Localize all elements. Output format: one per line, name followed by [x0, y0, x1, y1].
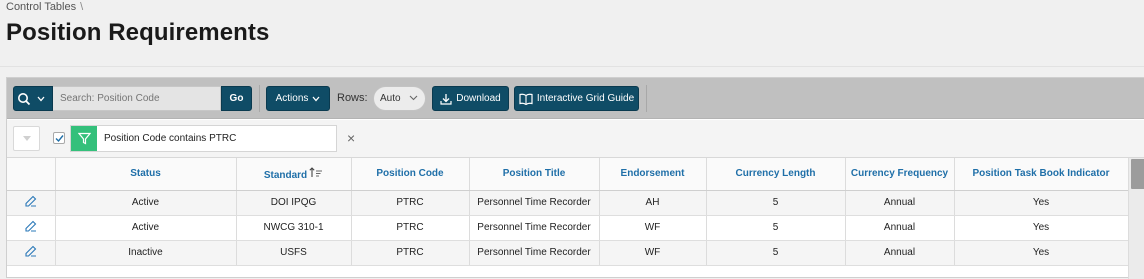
download-button[interactable]: Download [432, 86, 509, 111]
filter-chip[interactable]: Position Code contains PTRC [70, 125, 337, 152]
download-label: Download [456, 93, 501, 104]
search-column-button[interactable] [13, 86, 53, 111]
remove-filter-button[interactable]: × [347, 130, 355, 146]
cell-standard[interactable]: USFS [236, 240, 352, 266]
edit-row-button[interactable] [7, 190, 56, 216]
cell-status[interactable]: Active [55, 215, 237, 241]
chevron-down-icon [409, 95, 418, 101]
book-icon [519, 93, 533, 105]
cell-position-title[interactable]: Personnel Time Recorder [469, 240, 600, 266]
data-grid: Status Standard Position Code Position T… [7, 158, 1129, 266]
column-header-standard[interactable]: Standard [236, 158, 352, 191]
grid-toolbar: Go Actions Rows: Auto Download Interacti… [7, 78, 1144, 119]
breadcrumb-separator: \ [80, 1, 84, 13]
rows-per-page-select[interactable]: Auto [373, 86, 426, 111]
rows-label: Rows: [337, 92, 368, 104]
edit-row-button[interactable] [7, 215, 56, 241]
cell-currency-frequency[interactable]: Annual [845, 190, 955, 216]
edit-icon [25, 195, 37, 207]
column-header-position-code[interactable]: Position Code [351, 158, 470, 191]
cell-currency-length[interactable]: 5 [706, 190, 846, 216]
cell-endorsement[interactable]: WF [599, 240, 707, 266]
page-title: Position Requirements [6, 19, 270, 46]
edit-icon [25, 220, 37, 232]
interactive-grid-guide-button[interactable]: Interactive Grid Guide [514, 86, 639, 111]
filter-icon [71, 126, 97, 151]
column-header-position-title[interactable]: Position Title [469, 158, 600, 191]
cell-standard[interactable]: DOI IPQG [236, 190, 352, 216]
cell-currency-length[interactable]: 5 [706, 240, 846, 266]
actions-menu-button[interactable]: Actions [266, 86, 330, 111]
header-row: Status Standard Position Code Position T… [7, 158, 1129, 191]
column-header-status[interactable]: Status [55, 158, 237, 191]
cell-currency-frequency[interactable]: Annual [845, 215, 955, 241]
cell-task-book-indicator[interactable]: Yes [954, 215, 1129, 241]
column-header-edit [7, 158, 56, 191]
search-input[interactable] [53, 86, 221, 111]
column-header-endorsement[interactable]: Endorsement [599, 158, 707, 191]
breadcrumb-item-control-tables[interactable]: Control Tables [6, 1, 76, 13]
actions-label: Actions [275, 93, 309, 104]
cell-status[interactable]: Active [55, 190, 237, 216]
cell-task-book-indicator[interactable]: Yes [954, 240, 1129, 266]
go-button[interactable]: Go [221, 86, 252, 111]
download-icon [440, 93, 452, 105]
breadcrumb: Control Tables \ [6, 1, 83, 13]
cell-status[interactable]: Inactive [55, 240, 237, 266]
filter-bar: Position Code contains PTRC × [7, 120, 1144, 158]
cell-currency-length[interactable]: 5 [706, 215, 846, 241]
table-row: Active NWCG 310-1 PTRC Personnel Time Re… [7, 215, 1129, 241]
toolbar-divider [259, 85, 260, 112]
interactive-grid-region: Go Actions Rows: Auto Download Interacti… [6, 77, 1144, 279]
filter-text: Position Code contains PTRC [104, 133, 237, 144]
sort-ascending-icon [309, 166, 323, 181]
rows-select-value: Auto [380, 93, 401, 104]
cell-position-title[interactable]: Personnel Time Recorder [469, 215, 600, 241]
filter-enabled-checkbox[interactable] [53, 132, 65, 144]
collapse-filters-button[interactable] [13, 126, 40, 151]
table-row: Active DOI IPQG PTRC Personnel Time Reco… [7, 190, 1129, 216]
table-row: Inactive USFS PTRC Personnel Time Record… [7, 240, 1129, 266]
cell-position-title[interactable]: Personnel Time Recorder [469, 190, 600, 216]
cell-currency-frequency[interactable]: Annual [845, 240, 955, 266]
vertical-scrollbar[interactable] [1128, 158, 1144, 279]
toolbar-divider [646, 85, 647, 112]
scrollbar-thumb[interactable] [1131, 159, 1144, 189]
cell-standard[interactable]: NWCG 310-1 [236, 215, 352, 241]
cell-position-code[interactable]: PTRC [351, 190, 470, 216]
edit-row-button[interactable] [7, 240, 56, 266]
cell-endorsement[interactable]: WF [599, 215, 707, 241]
cell-position-code[interactable]: PTRC [351, 215, 470, 241]
caret-down-icon [22, 136, 31, 141]
cell-position-code[interactable]: PTRC [351, 240, 470, 266]
search-icon [18, 92, 31, 105]
title-divider [0, 66, 1144, 67]
cell-task-book-indicator[interactable]: Yes [954, 190, 1129, 216]
checkmark-icon [55, 135, 64, 143]
guide-label: Interactive Grid Guide [536, 93, 635, 104]
chevron-down-icon [37, 96, 45, 101]
cell-endorsement[interactable]: AH [599, 190, 707, 216]
chevron-down-icon [312, 96, 320, 101]
column-header-task-book-indicator[interactable]: Position Task Book Indicator [954, 158, 1129, 191]
column-header-currency-length[interactable]: Currency Length [706, 158, 846, 191]
column-header-currency-frequency[interactable]: Currency Frequency [845, 158, 955, 191]
edit-icon [25, 245, 37, 257]
column-header-standard-label: Standard [263, 169, 308, 181]
